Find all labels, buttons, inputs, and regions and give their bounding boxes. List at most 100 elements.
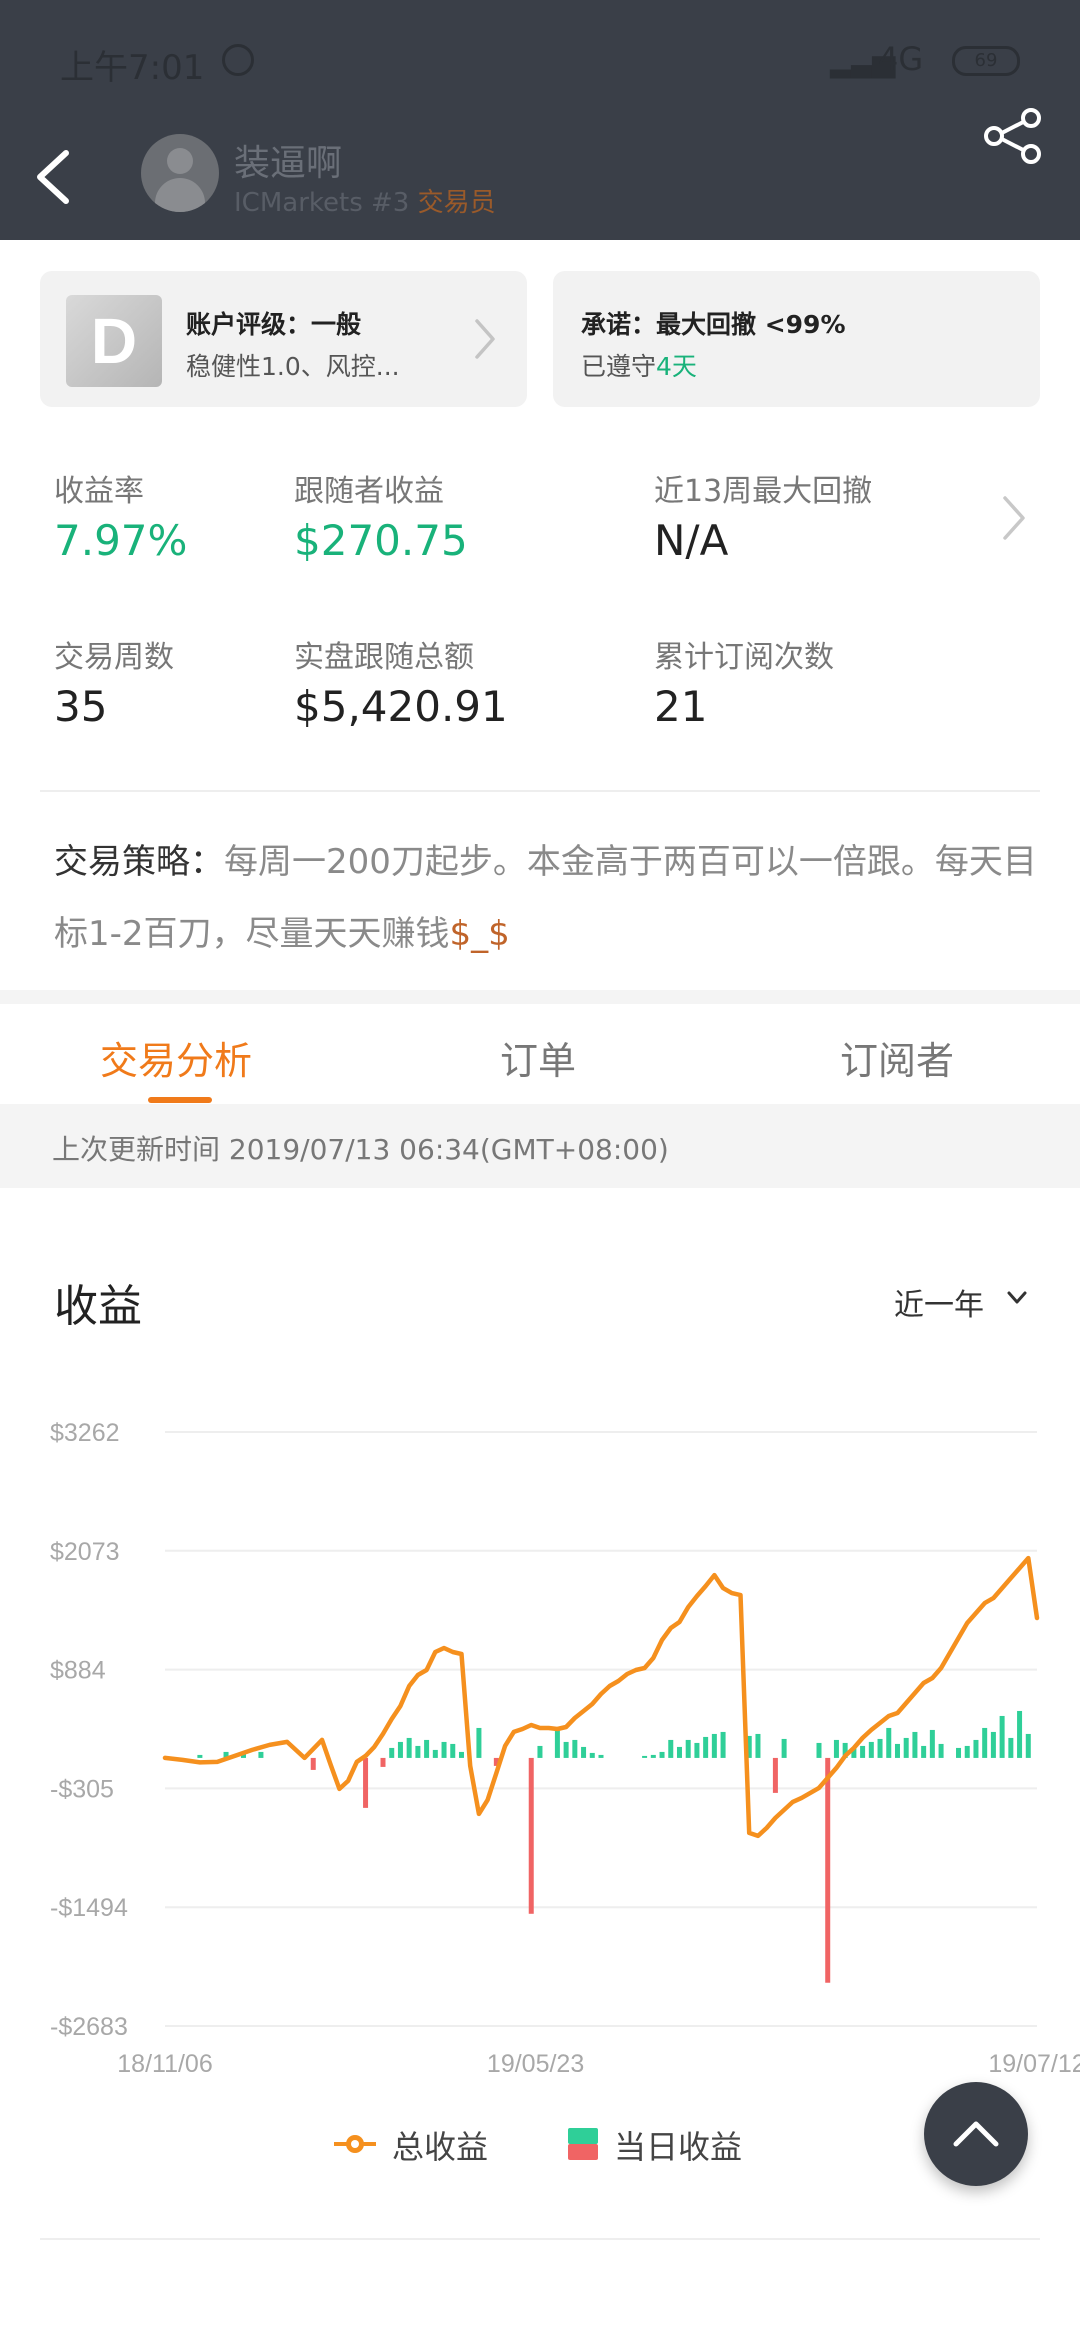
- y-tick-label: $2073: [50, 1538, 120, 1566]
- daily-profit-bar: [424, 1739, 430, 1758]
- daily-profit-bar: [938, 1743, 944, 1758]
- chevron-down-icon[interactable]: [1006, 1290, 1028, 1306]
- battery-icon: 69: [952, 46, 1020, 76]
- daily-profit-bar: [720, 1731, 726, 1758]
- daily-profit-bar: [310, 1757, 316, 1770]
- daily-profit-bar: [363, 1757, 369, 1808]
- network-type: 4G: [878, 40, 924, 78]
- return-rate-label: 收益率: [54, 474, 144, 509]
- daily-profit-bar: [860, 1745, 866, 1758]
- daily-profit-bar: [537, 1745, 543, 1758]
- tab-trade-analysis[interactable]: 交易分析: [100, 1030, 252, 1085]
- update-time: 上次更新时间 2019/07/13 06:34(GMT+08:00): [52, 1133, 669, 1166]
- back-arrow-icon[interactable]: [30, 145, 80, 209]
- account-rating-card[interactable]: D 账户评级：一般 稳健性1.0、风控...: [40, 271, 527, 407]
- daily-profit-bar: [589, 1752, 595, 1758]
- strategy-suffix: $_$: [449, 914, 510, 954]
- legend-total-label: 总收益: [392, 2128, 489, 2166]
- daily-profit-bar: [825, 1757, 831, 1983]
- promise-kept-days: 4天: [656, 352, 697, 381]
- max-drawdown-value: N/A: [654, 516, 729, 565]
- daily-profit-bar: [929, 1729, 935, 1758]
- daily-profit-bar: [415, 1745, 421, 1758]
- y-tick-label: $3262: [50, 1419, 120, 1447]
- daily-profit-bar: [389, 1747, 395, 1758]
- alarm-icon: [222, 44, 254, 76]
- daily-profit-bar: [755, 1733, 761, 1758]
- legend-bar-icon: [568, 2128, 598, 2160]
- profit-chart[interactable]: $3262 $2073 $884 -$305 -$1494 -$2683 18/11/06 1…: [0, 1380, 1080, 2080]
- tab-indicator: [148, 1097, 212, 1103]
- tab-subscribers[interactable]: 订阅者: [840, 1030, 954, 1085]
- daily-profit-bar: [833, 1739, 839, 1758]
- update-bar: 上次更新时间 2019/07/13 06:34(GMT+08:00): [0, 1104, 1080, 1188]
- daily-profit-bar: [694, 1742, 700, 1758]
- daily-profit-bar: [397, 1741, 403, 1758]
- y-tick-label: $884: [50, 1657, 106, 1685]
- daily-profit-bar: [1025, 1733, 1031, 1758]
- daily-profit-bar: [1017, 1710, 1023, 1758]
- daily-profit-bar: [476, 1727, 482, 1758]
- daily-profit-bar: [703, 1736, 709, 1758]
- grade-badge: D: [66, 295, 162, 387]
- daily-profit-bar: [676, 1746, 682, 1758]
- y-tick-label: -$305: [50, 1775, 114, 1803]
- subscriptions-value: 21: [654, 682, 708, 731]
- share-icon[interactable]: [982, 108, 1044, 164]
- rating-title: 账户评级：一般: [186, 310, 362, 339]
- daily-profit-bar: [912, 1731, 918, 1758]
- daily-profit-bar: [581, 1746, 587, 1758]
- trade-weeks-label: 交易周数: [54, 640, 174, 675]
- daily-profit-bar: [999, 1715, 1005, 1758]
- status-time: 上午7:01: [60, 48, 205, 88]
- daily-profit-bar: [964, 1745, 970, 1758]
- daily-profit-bar: [886, 1727, 892, 1758]
- daily-profit-bar: [258, 1751, 264, 1758]
- promise-title: 承诺：最大回撤 <99%: [581, 310, 846, 339]
- daily-profit-bar: [781, 1738, 787, 1758]
- daily-profit-bar: [598, 1754, 604, 1758]
- y-tick-label: -$1494: [50, 1894, 128, 1922]
- chevron-right-icon: [1003, 496, 1025, 540]
- legend-line-icon: [334, 2135, 376, 2153]
- daily-profit-bar: [877, 1738, 883, 1758]
- follower-profit-value: $270.75: [294, 516, 468, 565]
- promise-card[interactable]: 承诺：最大回撤 <99% 已遵守4天: [553, 271, 1040, 407]
- tab-orders[interactable]: 订单: [500, 1030, 576, 1085]
- daily-profit-bar: [432, 1749, 438, 1758]
- daily-profit-bar: [650, 1754, 656, 1758]
- daily-profit-bar: [903, 1737, 909, 1758]
- trade-weeks-value: 35: [54, 682, 108, 731]
- chevron-up-icon: [953, 2121, 999, 2147]
- daily-profit-bar: [572, 1739, 578, 1758]
- daily-profit-bar: [973, 1739, 979, 1758]
- total-profit-line: [162, 1555, 1040, 1839]
- return-rate-value: 7.97%: [54, 516, 188, 565]
- daily-profit-bar: [772, 1757, 778, 1793]
- scroll-top-button[interactable]: [924, 2082, 1028, 2186]
- daily-profit-bar: [441, 1741, 447, 1758]
- daily-profit-bar: [668, 1739, 674, 1758]
- daily-profit-bar: [554, 1727, 560, 1758]
- avatar[interactable]: [141, 134, 219, 212]
- x-tick-label: 19/05/23: [487, 2050, 584, 2078]
- daily-profit-bar: [406, 1737, 412, 1758]
- daily-profit-bar: [868, 1741, 874, 1758]
- max-drawdown-label: 近13周最大回撤: [654, 474, 873, 509]
- daily-profit-bar: [563, 1741, 569, 1758]
- chart-title: 收益: [54, 1281, 142, 1332]
- subscriptions-label: 累计订阅次数: [654, 640, 834, 675]
- broker-label: ICMarkets #3: [234, 188, 410, 218]
- range-select[interactable]: 近一年: [894, 1280, 984, 1324]
- daily-profit-bar: [921, 1745, 927, 1758]
- divider: [40, 790, 1040, 792]
- x-tick-label: 18/11/06: [117, 2050, 212, 2078]
- legend-daily-label: 当日收益: [614, 2128, 743, 2166]
- daily-profit-bar: [990, 1731, 996, 1758]
- divider: [40, 2238, 1040, 2240]
- daily-profit-bar: [659, 1751, 665, 1758]
- strategy-label: 交易策略：: [54, 842, 224, 882]
- daily-profit-bar: [956, 1747, 962, 1758]
- daily-profit-bar: [685, 1739, 691, 1758]
- daily-profit-bar: [816, 1742, 822, 1758]
